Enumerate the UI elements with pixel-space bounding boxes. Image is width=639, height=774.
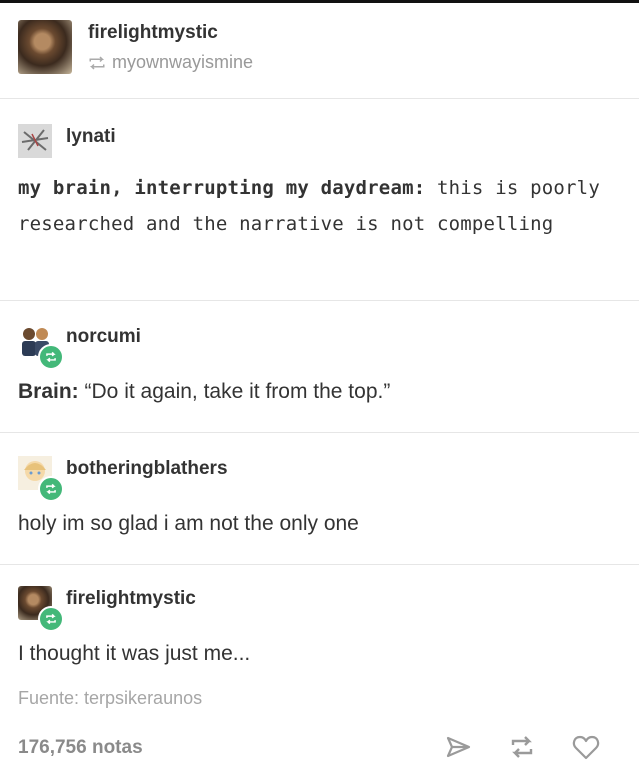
reblog-badge [38, 606, 64, 632]
op-username[interactable]: firelightmystic [88, 22, 218, 44]
reblog-badge [38, 476, 64, 502]
username[interactable]: botheringblathers [66, 458, 228, 480]
heart-icon[interactable] [571, 732, 601, 762]
reblog-icon[interactable] [507, 732, 537, 762]
entry-body: Brain: “Do it again, take it from the to… [18, 380, 390, 404]
reblog-entry-lynati: lynati my brain, interrupting my daydrea… [18, 124, 618, 284]
username[interactable]: norcumi [66, 326, 141, 348]
bold-text: my brain, interrupting my daydream: [18, 177, 426, 199]
post-actions [443, 732, 601, 762]
entry-body: holy im so glad i am not the only one [18, 512, 359, 535]
username[interactable]: lynati [66, 126, 116, 148]
reblog-icon [46, 483, 56, 495]
divider [0, 98, 639, 99]
divider [0, 300, 639, 301]
divider [0, 564, 639, 565]
reblog-icon [46, 351, 56, 363]
entry-body: my brain, interrupting my daydream: this… [18, 170, 616, 242]
top-border [0, 0, 639, 3]
reblog-icon [89, 55, 105, 70]
divider [0, 432, 639, 433]
reblog-source: myownwayismine [88, 52, 253, 73]
post-header: firelightmystic myownwayismine [18, 20, 618, 80]
bold-text: Brain: [18, 380, 79, 403]
username[interactable]: firelightmystic [66, 588, 196, 610]
avatar[interactable] [18, 20, 72, 74]
reblog-entry-botheringblathers: botheringblathers holy im so glad i am n… [18, 456, 618, 546]
share-icon[interactable] [443, 732, 473, 762]
reblog-icon [46, 613, 56, 625]
avatar[interactable] [18, 124, 52, 158]
reblogged-from-name[interactable]: myownwayismine [112, 52, 253, 73]
source-link[interactable]: Fuente: terpsikeraunos [18, 688, 202, 709]
reblog-entry-norcumi: norcumi Brain: “Do it again, take it fro… [18, 324, 618, 414]
entry-body: I thought it was just me... [18, 642, 251, 665]
body-text: “Do it again, take it from the top.” [78, 380, 391, 403]
reblog-entry-firelightmystic: firelightmystic I thought it was just me… [18, 586, 618, 676]
avatar-pattern-icon [18, 124, 52, 158]
reblog-badge [38, 344, 64, 370]
notes-count[interactable]: 176,756 notas [18, 737, 143, 759]
